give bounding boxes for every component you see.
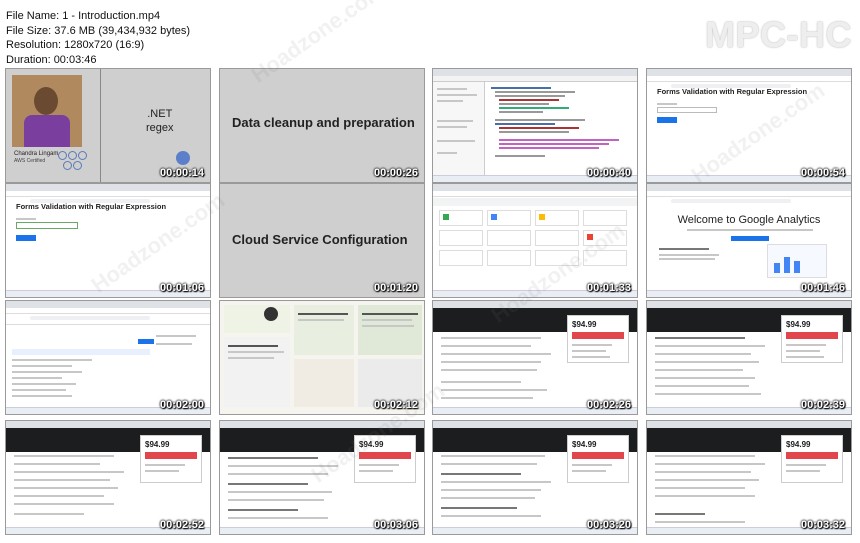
- browser-tabbar: [647, 184, 851, 191]
- timestamp: 00:01:33: [586, 282, 631, 294]
- browser-tabbar: [6, 301, 210, 308]
- submit-button: [657, 117, 677, 123]
- create-button: [138, 339, 154, 344]
- thumbnail-14[interactable]: $94.99 00:03:06: [219, 420, 425, 535]
- thumbnail-6[interactable]: Cloud Service Configuration 00:01:20: [219, 183, 425, 298]
- price: $94.99: [359, 440, 384, 449]
- thumbnail-10[interactable]: 00:02:12: [219, 300, 425, 415]
- code-editor: [487, 83, 633, 173]
- start-measuring-button: [731, 236, 769, 241]
- file-size: File Size: 37.6 MB (39,434,932 bytes): [6, 24, 191, 37]
- speaker-name: Chandra Lingam: [14, 151, 59, 157]
- certification-badges: [58, 151, 98, 173]
- cheatsheet: [220, 301, 424, 414]
- add-to-cart-button: [145, 452, 197, 459]
- price: $94.99: [786, 320, 811, 329]
- timestamp: 00:03:06: [373, 519, 418, 531]
- email-field: [16, 222, 78, 229]
- file-resolution: Resolution: 1280x720 (16:9): [6, 39, 145, 52]
- browser-addressbar: [6, 308, 210, 320]
- thumbnail-7[interactable]: 00:01:33: [432, 183, 638, 298]
- add-to-cart-button: [359, 452, 411, 459]
- purchase-card: $94.99: [781, 315, 843, 363]
- browser-addressbar: [647, 191, 851, 203]
- purchase-card: $94.99: [567, 435, 629, 483]
- add-to-cart-button: [786, 452, 838, 459]
- slide-title: Cloud Service Configuration: [232, 232, 408, 247]
- console-toolbar: [6, 315, 210, 325]
- timestamp: 00:02:39: [800, 399, 845, 411]
- timestamp: 00:00:40: [586, 167, 631, 179]
- speaker-subtitle: AWS Certified: [14, 158, 46, 164]
- page-heading: Forms Validation with Regular Expression: [16, 202, 167, 211]
- price: $94.99: [572, 320, 597, 329]
- timestamp: 00:02:52: [159, 519, 204, 531]
- slide-title: Data cleanup and preparation: [232, 115, 415, 130]
- divider: [100, 69, 101, 182]
- browser-tabbar: [433, 184, 637, 191]
- thumbnail-9[interactable]: 00:02:00: [5, 300, 211, 415]
- page-heading: Forms Validation with Regular Expression: [657, 87, 808, 96]
- email-field: [657, 107, 717, 113]
- thumbnail-3[interactable]: 00:00:40: [432, 68, 638, 183]
- price: $94.99: [786, 440, 811, 449]
- timestamp: 00:00:14: [159, 167, 204, 179]
- timestamp: 00:03:20: [586, 519, 631, 531]
- window-tabbar: [433, 69, 637, 76]
- submit-button: [16, 235, 36, 241]
- timestamp: 00:01:20: [373, 282, 418, 294]
- dotnet-logo-icon: [176, 151, 190, 165]
- timestamp: 00:03:32: [800, 519, 845, 531]
- thumbnail-15[interactable]: $94.99 00:03:20: [432, 420, 638, 535]
- ide-panel: [433, 82, 485, 175]
- browser-addressbar: [433, 191, 637, 203]
- thumbnail-16[interactable]: $94.99 00:03:32: [646, 420, 852, 535]
- browser-addressbar: [6, 191, 210, 203]
- timestamp: 00:02:26: [586, 399, 631, 411]
- timestamp: 00:02:00: [159, 399, 204, 411]
- timestamp: 00:00:54: [800, 167, 845, 179]
- file-duration: Duration: 00:03:46: [6, 53, 97, 66]
- thumbnail-1[interactable]: Chandra Lingam AWS Certified .NET regex …: [5, 68, 211, 183]
- add-to-cart-button: [786, 332, 838, 339]
- thumbnail-8[interactable]: Welcome to Google Analytics 00:01:46: [646, 183, 852, 298]
- price: $94.99: [145, 440, 170, 449]
- console-header: [433, 198, 637, 206]
- add-to-cart-button: [572, 332, 624, 339]
- thumbnail-4[interactable]: Forms Validation with Regular Expression…: [646, 68, 852, 183]
- analytics-heading: Welcome to Google Analytics: [677, 214, 821, 226]
- thumbnail-5[interactable]: Forms Validation with Regular Expression…: [5, 183, 211, 298]
- purchase-card: $94.99: [140, 435, 202, 483]
- file-name: File Name: 1 - Introduction.mp4: [6, 10, 161, 22]
- timestamp: 00:01:06: [159, 282, 204, 294]
- title-line-1: .NET: [147, 108, 173, 120]
- speaker-photo: [12, 75, 82, 147]
- thumbnail-13[interactable]: $94.99 00:02:52: [5, 420, 211, 535]
- mpc-hc-logo: MPC-HC: [705, 14, 852, 55]
- browser-addressbar: [647, 76, 851, 88]
- purchase-card: $94.99: [567, 315, 629, 363]
- thumbnail-12[interactable]: $94.99 00:02:39: [646, 300, 852, 415]
- selected-row: [12, 349, 150, 355]
- timestamp: 00:02:12: [373, 399, 418, 411]
- analytics-preview: [767, 244, 827, 278]
- title-line-2: regex: [146, 122, 174, 134]
- purchase-card: $94.99: [354, 435, 416, 483]
- timestamp: 00:01:46: [800, 282, 845, 294]
- console-grid: [439, 210, 631, 287]
- timestamp: 00:00:26: [373, 167, 418, 179]
- thumbnail-11[interactable]: $94.99 00:02:26: [432, 300, 638, 415]
- browser-tabbar: [6, 184, 210, 191]
- browser-tabbar: [647, 69, 851, 76]
- thumbnail-2[interactable]: Data cleanup and preparation 00:00:26: [219, 68, 425, 183]
- price: $94.99: [572, 440, 597, 449]
- purchase-card: $94.99: [781, 435, 843, 483]
- add-to-cart-button: [572, 452, 624, 459]
- file-info: File Name: 1 - Introduction.mp4 File Siz…: [6, 9, 190, 67]
